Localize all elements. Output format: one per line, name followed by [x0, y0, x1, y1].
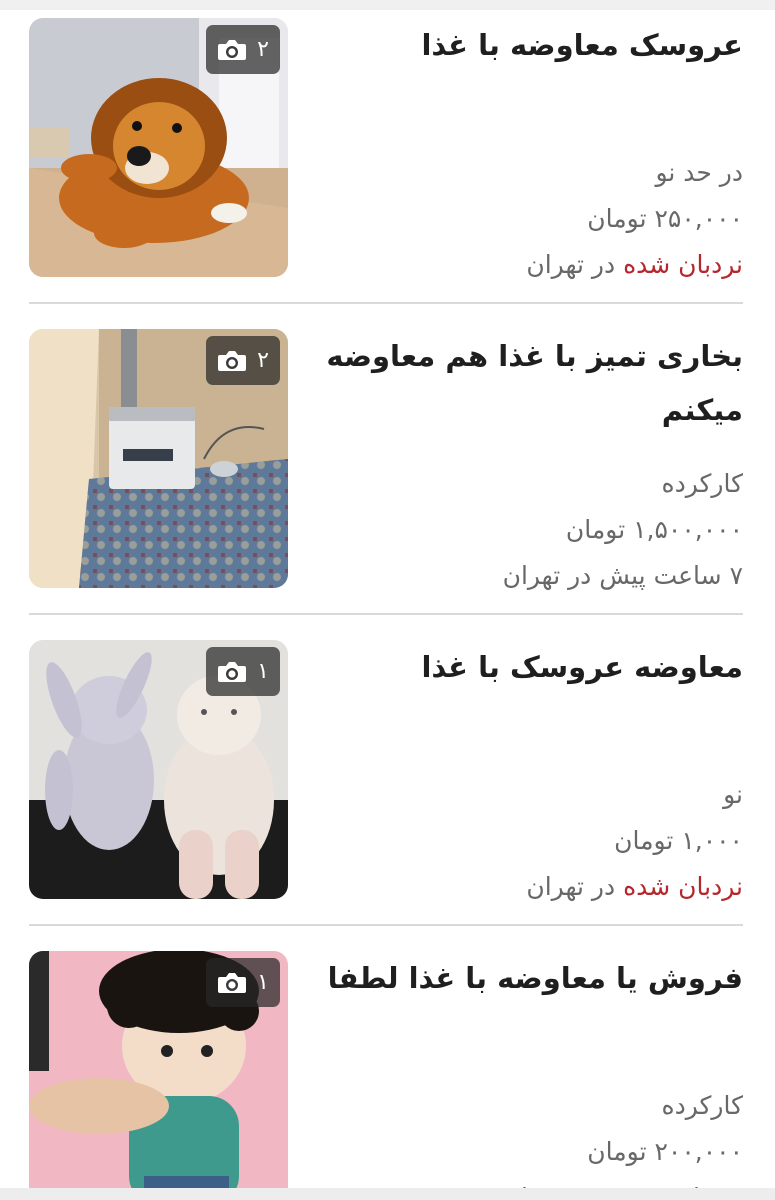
photo-count: ۲: [257, 348, 269, 373]
listing-condition: نو: [723, 780, 743, 809]
listing-condition: کارکرده: [661, 469, 743, 498]
photo-count-badge: ۲: [206, 25, 280, 74]
listing-title[interactable]: فروش یا معاوضه با غذا لطفا: [310, 951, 743, 1005]
listing-info: معاوضه عروسک با غذا نو ۱,۰۰۰ تومان نردبا…: [310, 640, 743, 910]
listing-image[interactable]: ۲: [29, 329, 288, 588]
camera-icon: [218, 661, 247, 682]
listing-price: ۲۰۰,۰۰۰ تومان: [587, 1137, 743, 1166]
camera-icon: [218, 350, 247, 371]
photo-count-badge: ۱: [206, 958, 280, 1007]
listing-card[interactable]: ۱ فروش یا معاوضه با غذا لطفا کارکرده ۲۰۰…: [0, 943, 775, 1188]
photo-count: ۲: [257, 37, 269, 62]
listing-title[interactable]: عروسک معاوضه با غذا: [310, 18, 743, 72]
listing-time-location: ۷ ساعت پیش در تهران: [502, 561, 743, 590]
listing-meta: در حد نو ۲۵۰,۰۰۰ تومان نردبان شده در تهر…: [310, 150, 743, 288]
listing-image[interactable]: ۱: [29, 951, 288, 1188]
listing-price: ۲۵۰,۰۰۰ تومان: [587, 204, 743, 233]
bottom-edge: [0, 1188, 775, 1200]
listing-info: فروش یا معاوضه با غذا لطفا کارکرده ۲۰۰,۰…: [310, 951, 743, 1188]
listing-location: در تهران: [526, 250, 616, 279]
listing-meta: نو ۱,۰۰۰ تومان نردبان شده در تهران: [310, 772, 743, 910]
divider: [29, 302, 743, 304]
listing-location: در تهران: [526, 872, 616, 901]
listing-status-line: نردبان شده در تهران: [310, 864, 743, 910]
listing-price: ۱,۵۰۰,۰۰۰ تومان: [565, 515, 743, 544]
listing-status-line: نردبان شده در تهران: [310, 242, 743, 288]
camera-icon: [218, 39, 247, 60]
top-edge: [0, 0, 775, 10]
listing-card[interactable]: ۱ معاوضه عروسک با غذا نو ۱,۰۰۰ تومان نرد…: [0, 632, 775, 942]
listing-card[interactable]: ۲ عروسک معاوضه با غذا در حد نو ۲۵۰,۰۰۰ ت…: [0, 10, 775, 320]
listing-meta: کارکرده ۱,۵۰۰,۰۰۰ تومان ۷ ساعت پیش در ته…: [310, 461, 743, 599]
listing-image[interactable]: ۲: [29, 18, 288, 277]
listing-time-location: ۸ ساعت پیش در تهران: [310, 1175, 743, 1188]
listing-price: ۱,۰۰۰ تومان: [614, 826, 743, 855]
camera-icon: [218, 972, 247, 993]
listing-info: عروسک معاوضه با غذا در حد نو ۲۵۰,۰۰۰ توم…: [310, 18, 743, 288]
listing-info: بخاری تمیز با غذا هم معاوضه میکنم کارکرد…: [310, 329, 743, 599]
ladder-status: نردبان شده: [623, 872, 743, 901]
listing-title[interactable]: بخاری تمیز با غذا هم معاوضه میکنم: [310, 329, 743, 437]
ladder-status: نردبان شده: [623, 250, 743, 279]
divider: [29, 924, 743, 926]
photo-count: ۱: [257, 970, 269, 995]
listing-condition: در حد نو: [655, 158, 743, 187]
photo-count: ۱: [257, 659, 269, 684]
photo-count-badge: ۱: [206, 647, 280, 696]
listing-condition: کارکرده: [661, 1091, 743, 1120]
divider: [29, 613, 743, 615]
photo-count-badge: ۲: [206, 336, 280, 385]
listing-card[interactable]: ۲ بخاری تمیز با غذا هم معاوضه میکنم کارک…: [0, 321, 775, 631]
listing-meta: کارکرده ۲۰۰,۰۰۰ تومان ۸ ساعت پیش در تهرا…: [310, 1083, 743, 1188]
listing-image[interactable]: ۱: [29, 640, 288, 899]
listing-title[interactable]: معاوضه عروسک با غذا: [310, 640, 743, 694]
